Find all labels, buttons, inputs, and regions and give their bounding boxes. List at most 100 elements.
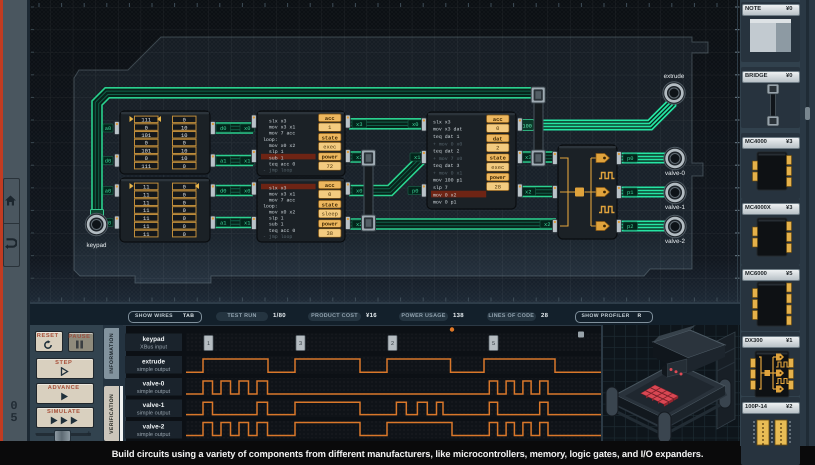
svg-text:slx x3: slx x3 (263, 118, 287, 124)
svg-text:valve-0: valve-0 (665, 170, 686, 177)
svg-text:acc: acc (493, 117, 503, 123)
svg-text:state: state (490, 156, 506, 162)
svg-text:teq acc 0: teq acc 0 (263, 228, 295, 234)
svg-text:p0: p0 (412, 189, 418, 195)
svg-text:simple output: simple output (137, 366, 171, 373)
svg-text:mov x0 x2: mov x0 x2 (263, 143, 295, 149)
svg-text:0: 0 (145, 125, 148, 131)
svg-text:1: 1 (207, 341, 210, 347)
svg-text:dat: dat (493, 136, 503, 142)
svg-text:- jmp loop: - jmp loop (263, 168, 292, 174)
svg-text:power: power (490, 175, 506, 181)
svg-text:sub 1: sub 1 (263, 222, 284, 228)
svg-text:x1: x1 (244, 159, 250, 165)
svg-text:mov x3 dat: mov x3 dat (433, 127, 462, 133)
svg-text:keypad: keypad (87, 242, 108, 249)
svg-text:teq dat 2: teq dat 2 (433, 149, 459, 155)
svg-text:0: 0 (183, 200, 186, 206)
svg-text:simple output: simple output (137, 431, 171, 438)
svg-text:simple output: simple output (137, 409, 171, 416)
svg-text:28: 28 (495, 184, 501, 190)
svg-text:0: 0 (183, 224, 186, 230)
svg-text:mov x3 x1: mov x3 x1 (263, 191, 295, 197)
svg-text:10: 10 (181, 125, 187, 131)
svg-text:0: 0 (183, 141, 186, 147)
svg-text:0: 0 (496, 126, 499, 132)
svg-text:100: 100 (523, 123, 532, 129)
svg-text:slp 7: slp 7 (433, 185, 448, 191)
svg-text:11: 11 (143, 232, 149, 238)
svg-text:p0: p0 (627, 156, 633, 162)
svg-text:x2: x2 (525, 190, 531, 196)
svg-text:10: 10 (181, 148, 187, 154)
svg-text:x0: x0 (412, 122, 418, 128)
svg-text:+ mov 0 x1: + mov 0 x1 (433, 170, 462, 176)
svg-text:loop:: loop: (263, 137, 278, 143)
svg-text:0: 0 (183, 232, 186, 238)
svg-text:0: 0 (145, 156, 148, 162)
svg-text:mov x0 x2: mov x0 x2 (263, 210, 295, 216)
svg-text:2: 2 (496, 146, 499, 152)
svg-text:d0: d0 (105, 159, 111, 165)
svg-text:+ mov 7 x0: + mov 7 x0 (433, 156, 462, 162)
svg-text:slx x3: slx x3 (263, 185, 287, 191)
svg-text:x2: x2 (544, 222, 550, 228)
svg-text:valve-2: valve-2 (665, 238, 686, 245)
svg-text:sub 1: sub 1 (263, 155, 284, 161)
svg-text:3: 3 (299, 341, 302, 347)
svg-text:valve-0: valve-0 (143, 381, 165, 388)
svg-text:d0: d0 (220, 189, 226, 195)
svg-text:a0: a0 (105, 189, 111, 195)
svg-text:state: state (322, 202, 338, 208)
svg-text:power: power (322, 155, 338, 161)
svg-text:1: 1 (328, 125, 331, 131)
svg-text:x0: x0 (356, 189, 362, 195)
svg-text:5: 5 (492, 341, 495, 347)
svg-text:10: 10 (181, 133, 187, 139)
svg-text:11: 11 (143, 208, 149, 214)
svg-text:valve-2: valve-2 (143, 424, 165, 431)
svg-text:mov 7 acc: mov 7 acc (263, 198, 295, 204)
svg-text:a0: a0 (105, 126, 111, 132)
svg-text:state: state (322, 135, 338, 141)
svg-text:simple output: simple output (137, 388, 171, 395)
svg-text:11: 11 (143, 185, 149, 191)
svg-text:0: 0 (183, 118, 186, 124)
svg-text:0: 0 (183, 185, 186, 191)
svg-text:101: 101 (141, 148, 151, 154)
svg-text:72: 72 (327, 164, 333, 170)
svg-text:teq dat 3: teq dat 3 (433, 163, 459, 169)
svg-text:XBus input: XBus input (140, 343, 167, 350)
svg-text:11: 11 (143, 224, 149, 230)
svg-text:x1: x1 (244, 221, 250, 227)
svg-text:x0: x0 (244, 189, 250, 195)
svg-text:x1: x1 (414, 155, 420, 161)
svg-text:11: 11 (143, 192, 149, 198)
svg-text:111: 111 (141, 118, 151, 124)
svg-text:a1: a1 (220, 159, 226, 165)
svg-text:teq dat 1: teq dat 1 (433, 134, 459, 140)
svg-text:p2: p2 (627, 224, 633, 230)
svg-text:keypad: keypad (142, 336, 164, 343)
svg-text:- jmp loop: - jmp loop (263, 234, 292, 240)
svg-text:0: 0 (183, 208, 186, 214)
svg-text:+ mov 0 x0: + mov 0 x0 (433, 141, 462, 147)
svg-text:sleep: sleep (322, 212, 338, 218)
svg-text:0: 0 (183, 192, 186, 198)
svg-text:mov 7 acc: mov 7 acc (263, 131, 295, 137)
svg-text:11: 11 (143, 200, 149, 206)
svg-text:101: 101 (141, 133, 151, 139)
svg-text:valve-1: valve-1 (143, 402, 165, 409)
svg-text:teq acc 0: teq acc 0 (263, 162, 295, 168)
svg-text:acc: acc (325, 116, 335, 122)
svg-text:extrude: extrude (142, 359, 166, 366)
svg-text:0: 0 (145, 141, 148, 147)
svg-text:slx x3: slx x3 (433, 119, 451, 125)
svg-text:0: 0 (183, 216, 186, 222)
svg-text:11: 11 (143, 216, 149, 222)
svg-text:2: 2 (391, 341, 394, 347)
svg-text:exec: exec (491, 165, 504, 171)
svg-text:mov 0 p1: mov 0 p1 (433, 200, 457, 206)
svg-text:valve-1: valve-1 (665, 204, 686, 211)
svg-text:mov 0 x2: mov 0 x2 (433, 192, 457, 198)
